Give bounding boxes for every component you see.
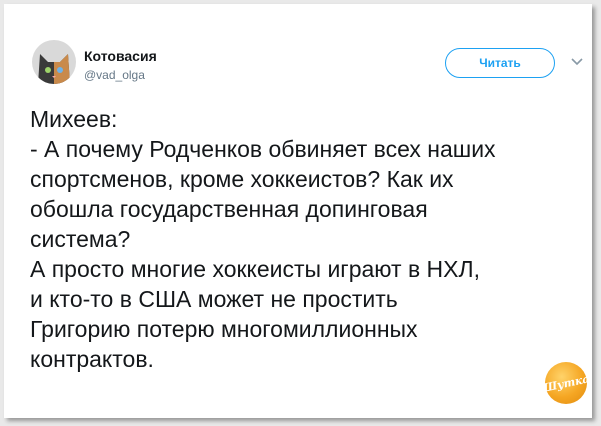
watermark-logo: Шутка bbox=[541, 362, 591, 404]
follow-button[interactable]: Читать bbox=[445, 48, 555, 78]
tweet-line: Григорию потерю многомиллионных bbox=[30, 316, 418, 342]
chevron-down-icon[interactable] bbox=[570, 54, 584, 68]
tweet-line: Михеев: bbox=[30, 106, 118, 132]
follow-button-label: Читать bbox=[479, 56, 521, 70]
tweet-line: обошла государственная допинговая bbox=[30, 196, 428, 222]
tweet-line: А просто многие хоккеисты играют в НХЛ, bbox=[30, 256, 480, 282]
tweet-line: контрактов. bbox=[30, 346, 154, 372]
tweet-line: и кто-то в США может не простить bbox=[30, 286, 398, 312]
tweet-line: спортсменов, кроме хоккеистов? Как их bbox=[30, 166, 454, 192]
tweet-text: Михеев: - А почему Родченков обвиняет вс… bbox=[30, 104, 590, 374]
tweet-line: система? bbox=[30, 226, 131, 252]
cat-avatar-icon bbox=[32, 40, 76, 84]
tweet-line: - А почему Родченков обвиняет всех наших bbox=[30, 136, 496, 162]
author-display-name[interactable]: Котовасия bbox=[84, 48, 157, 64]
author-handle[interactable]: @vad_olga bbox=[84, 68, 145, 82]
watermark-text: Шутка bbox=[541, 371, 591, 395]
avatar[interactable] bbox=[32, 40, 76, 84]
tweet-card: Котовасия @vad_olga Читать Михеев: - А п… bbox=[4, 4, 592, 418]
